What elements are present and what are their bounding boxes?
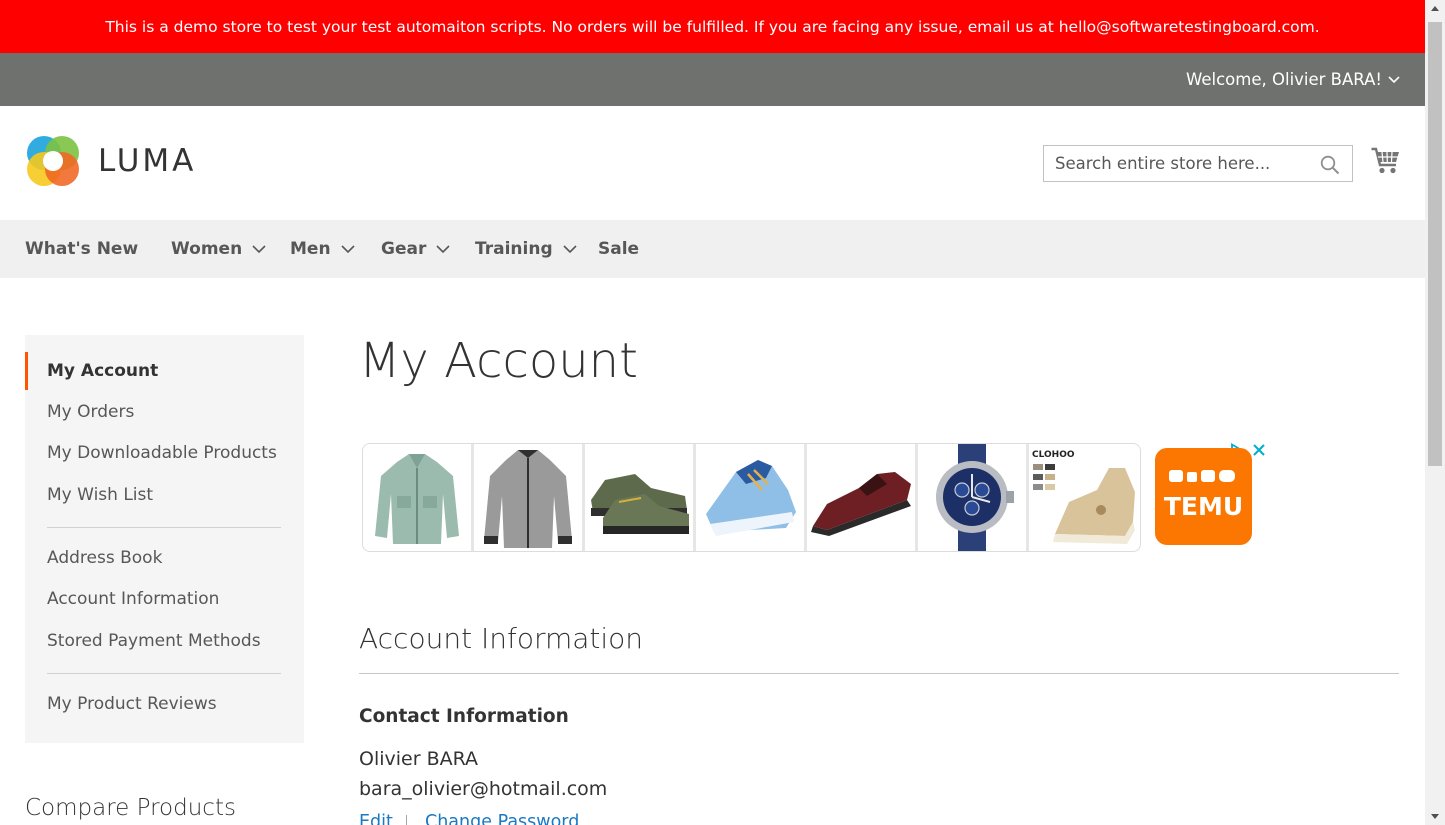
chevron-down-icon (563, 244, 577, 253)
panel-header: Welcome, Olivier BARA! (0, 53, 1425, 106)
welcome-text: Welcome, Olivier BARA! (1186, 70, 1382, 89)
nav-item-gear[interactable]: Gear (381, 220, 450, 278)
sidebar-item-account-information[interactable]: Account Information (47, 589, 219, 609)
blue-sneakers-image (706, 460, 796, 536)
temu-brand-text: TEMU (1163, 492, 1244, 521)
ad-product-burgundy-shoes[interactable] (807, 444, 915, 551)
temu-mascot-icon (1169, 470, 1235, 482)
chronograph-watch-image (936, 444, 1014, 551)
sidebar-item-product-reviews[interactable]: My Product Reviews (47, 694, 217, 714)
scroll-up-arrow-icon[interactable] (1425, 0, 1445, 17)
section-divider (359, 673, 1399, 674)
sidebar-item-my-orders[interactable]: My Orders (47, 402, 134, 422)
sidebar-item-address-book[interactable]: Address Book (47, 548, 162, 568)
sidebar-item-downloadable-products[interactable]: My Downloadable Products (47, 443, 277, 463)
search-input[interactable] (1044, 146, 1315, 181)
chevron-down-icon (1388, 75, 1400, 83)
green-jacket-image (375, 454, 459, 544)
vertical-scrollbar[interactable] (1425, 0, 1445, 825)
contact-name: Olivier BARA (359, 748, 479, 770)
store-logo[interactable]: LUMA (25, 133, 196, 189)
edit-link[interactable]: Edit (359, 812, 393, 825)
chevron-down-icon (252, 244, 266, 253)
demo-notice-banner: This is a demo store to test your test a… (0, 0, 1425, 53)
sidebar-divider (47, 527, 281, 528)
ad-product-green-jacket[interactable] (363, 444, 471, 551)
account-sidebar: My Account My Orders My Downloadable Pro… (25, 335, 304, 743)
hiking-shoes-image (591, 474, 689, 534)
contact-information-title: Contact Information (359, 706, 569, 727)
account-information-title: Account Information (359, 622, 644, 655)
link-separator (406, 815, 407, 825)
change-password-link[interactable]: Change Password (425, 812, 579, 825)
page-title: My Account (359, 333, 638, 389)
nav-item-women[interactable]: Women (171, 220, 266, 278)
chevron-down-icon (340, 244, 355, 253)
burgundy-dress-shoes-image (811, 472, 911, 536)
luma-logo-icon (27, 136, 79, 186)
chevron-down-icon (436, 244, 450, 253)
sidebar-item-wish-list[interactable]: My Wish List (47, 485, 153, 505)
logo-text: LUMA (98, 143, 197, 179)
customer-welcome-menu[interactable]: Welcome, Olivier BARA! (1186, 53, 1400, 106)
nav-item-sale[interactable]: Sale (598, 220, 639, 278)
scrollbar-thumb[interactable] (1428, 22, 1442, 466)
gray-bomber-jacket-image (484, 450, 572, 548)
compare-products-title: Compare Products (25, 795, 236, 821)
sidebar-item-my-account[interactable]: My Account (47, 361, 158, 381)
ad-brand-label: CLOHOO (1032, 450, 1075, 460)
ad-close-icon[interactable] (1252, 443, 1266, 457)
scroll-down-arrow-icon[interactable] (1425, 808, 1445, 825)
nav-item-men[interactable]: Men (290, 220, 355, 278)
sidebar-item-stored-payment-methods[interactable]: Stored Payment Methods (47, 631, 261, 651)
search-icon[interactable] (1320, 155, 1340, 175)
demo-notice-text: This is a demo store to test your test a… (105, 17, 1320, 36)
shopping-cart-icon[interactable] (1371, 147, 1400, 175)
ad-product-blue-sneakers[interactable] (696, 444, 804, 551)
beige-casual-shoes-image: CLOHOO (1032, 450, 1135, 544)
ad-product-hiking-shoes[interactable] (585, 444, 693, 551)
temu-advertiser-logo[interactable]: TEMU (1155, 448, 1252, 545)
main-navigation: What's New Women Men Gear Training Sale (0, 220, 1425, 278)
contact-email: bara_olivier@hotmail.com (359, 778, 608, 800)
sidebar-divider (47, 673, 281, 674)
nav-item-training[interactable]: Training (475, 220, 577, 278)
current-item-marker (25, 352, 28, 390)
advertisement-banner[interactable]: CLOHOO (362, 443, 1141, 552)
search-box[interactable] (1043, 145, 1353, 182)
nav-item-whats-new[interactable]: What's New (25, 220, 138, 278)
ad-product-watch[interactable] (918, 444, 1026, 551)
ad-product-beige-shoes[interactable]: CLOHOO (1029, 444, 1137, 551)
ad-product-gray-bomber[interactable] (474, 444, 582, 551)
page: This is a demo store to test your test a… (0, 0, 1425, 825)
